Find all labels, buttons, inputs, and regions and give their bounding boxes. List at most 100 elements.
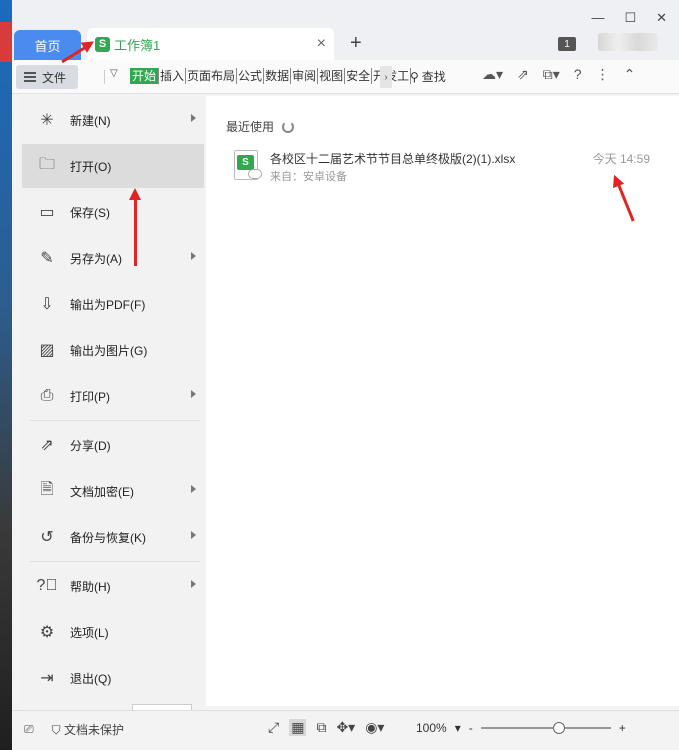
status-left: ⎚ ⛉ 文档未保护 <box>24 721 124 738</box>
chevron-right-icon[interactable]: › <box>380 66 392 88</box>
ribbon-right-tools: ☁▾ ⇗ ⧉▾ ? ⋮ ⌃ <box>482 66 635 83</box>
submenu-arrow-icon <box>191 485 196 493</box>
tab-start[interactable]: 开始 <box>130 68 160 84</box>
menu-item-new[interactable]: ✳ 新建(N) <box>22 98 204 142</box>
divider <box>104 70 105 84</box>
lock-doc-icon: 🗎 <box>40 480 54 498</box>
zoom-in-button[interactable]: + <box>619 721 626 735</box>
window-count-badge[interactable]: 1 <box>558 37 576 51</box>
save-as-icon: ✎ <box>40 250 54 267</box>
cloud-sync-icon[interactable]: ☁▾ <box>482 66 503 83</box>
menu-item-backup[interactable]: ↺ 备份与恢复(K) <box>22 515 204 559</box>
cloud-icon <box>248 169 262 179</box>
menu-item-encrypt[interactable]: 🗎 文档加密(E) <box>22 469 204 513</box>
submenu-arrow-icon <box>191 531 196 539</box>
tab-workbook-label: 工作簿1 <box>114 37 161 53</box>
tab-page-layout[interactable]: 页面布局 <box>186 68 238 84</box>
close-icon[interactable]: × <box>317 35 326 53</box>
eye-icon[interactable]: ◉▾ <box>365 719 384 736</box>
zoom-out-button[interactable]: - <box>469 721 473 735</box>
title-bar: 首页 S 工作簿1 × + 1 — ☐ ✕ <box>12 0 679 60</box>
page-break-icon[interactable]: ⧉ <box>316 719 326 736</box>
layout-icon[interactable]: ⧉▾ <box>543 66 560 83</box>
menu-item-label: 选项(L) <box>70 625 109 640</box>
view-mode-buttons: ⤢ ▦ ⧉ ✥▾ ◉▾ <box>268 719 384 736</box>
menu-item-label: 新建(N) <box>70 113 111 128</box>
menu-item-open[interactable]: 🗀 打开(O) <box>22 144 204 188</box>
menu-item-save-as[interactable]: ✎ 另存为(A) <box>22 236 204 280</box>
recent-file-item[interactable]: S 各校区十二届艺术节节目总单终极版(2)(1).xlsx 来自：安卓设备 今天… <box>226 146 656 186</box>
menu-item-label: 保存(S) <box>70 205 110 220</box>
menu-item-exit[interactable]: ⇥ 退出(Q) <box>22 656 204 700</box>
tab-review[interactable]: 审阅 <box>291 68 319 84</box>
zoom-value[interactable]: 100% <box>416 721 447 735</box>
recent-title: 最近使用 <box>226 118 295 135</box>
zoom-control: 100% ▾ - + <box>416 721 626 735</box>
more-icon[interactable]: ⋮ <box>596 66 610 83</box>
help-icon: ?⃝ <box>36 577 58 594</box>
search-label: 查找 <box>421 70 446 84</box>
protect-label: 文档未保护 <box>63 723 124 737</box>
status-bar: ⎚ ⛉ 文档未保护 ⤢ ▦ ⧉ ✥▾ ◉▾ 100% ▾ - + <box>12 710 679 750</box>
protect-status[interactable]: ⛉ 文档未保护 <box>52 721 124 738</box>
new-file-icon: ✳ <box>40 112 54 129</box>
ribbon-tabs: 开始 插入 页面布局 公式 数据 审阅 视图 安全 开发工 <box>130 68 412 84</box>
tab-workbook[interactable]: S 工作簿1 × <box>87 28 334 60</box>
search-button[interactable]: ⚲ 查找 <box>410 68 446 85</box>
menu-item-label: 分享(D) <box>70 438 111 453</box>
menu-item-options[interactable]: ⚙ 选项(L) <box>22 610 204 654</box>
tab-formula[interactable]: 公式 <box>237 68 265 84</box>
help-icon[interactable]: ? <box>574 66 582 83</box>
maximize-icon[interactable]: ☐ <box>624 10 636 26</box>
shield-icon: ⛉ <box>51 723 64 737</box>
tab-data[interactable]: 数据 <box>264 68 292 84</box>
avatar[interactable] <box>598 33 658 51</box>
submenu-arrow-icon <box>191 580 196 588</box>
menu-item-label: 备份与恢复(K) <box>70 530 146 545</box>
tab-insert[interactable]: 插入 <box>159 68 187 84</box>
menu-item-share[interactable]: ⇗ 分享(D) <box>22 423 204 467</box>
tab-home-label: 首页 <box>34 38 61 54</box>
menu-item-print[interactable]: ⎙ 打印(P) <box>22 374 204 418</box>
exit-icon: ⇥ <box>40 670 54 687</box>
desktop-background <box>0 0 12 750</box>
menu-item-save[interactable]: ▭ 保存(S) <box>22 190 204 234</box>
menu-item-export-image[interactable]: ▨ 输出为图片(G) <box>22 328 204 372</box>
minimize-icon[interactable]: — <box>591 10 604 26</box>
chevron-down-icon[interactable]: ▽ <box>110 68 118 79</box>
hamburger-icon <box>24 72 36 82</box>
normal-view-icon[interactable]: ▦ <box>289 719 307 736</box>
menu-item-label: 打印(P) <box>70 389 110 404</box>
share-out-icon[interactable]: ⇗ <box>517 66 529 83</box>
macro-icon[interactable]: ⎚ <box>24 722 34 737</box>
menu-item-label: 文档加密(E) <box>70 484 134 499</box>
file-menu-label: 文件 <box>42 70 67 85</box>
file-menu-button[interactable]: 文件 <box>16 65 78 89</box>
menu-item-export-pdf[interactable]: ⇩ 输出为PDF(F) <box>22 282 204 326</box>
menu-item-label: 帮助(H) <box>70 579 111 594</box>
file-source: 来自：安卓设备 <box>270 171 347 183</box>
recent-title-label: 最近使用 <box>226 120 275 134</box>
zoom-slider[interactable] <box>480 722 611 734</box>
zoom-dropdown-icon[interactable]: ▾ <box>455 721 461 735</box>
collapse-ribbon-icon[interactable]: ⌃ <box>624 66 636 83</box>
file-name: 各校区十二届艺术节节目总单终极版(2)(1).xlsx <box>270 152 516 166</box>
menu-item-label: 输出为图片(G) <box>70 343 148 358</box>
menu-item-label: 另存为(A) <box>70 251 122 266</box>
close-window-icon[interactable]: ✕ <box>656 10 667 26</box>
printer-icon: ⎙ <box>40 387 54 404</box>
menu-item-help[interactable]: ?⃝ 帮助(H) <box>22 564 204 608</box>
refresh-icon[interactable] <box>282 120 295 133</box>
submenu-arrow-icon <box>191 114 196 122</box>
zoom-slider-thumb[interactable] <box>552 722 565 734</box>
tab-view[interactable]: 视图 <box>318 68 346 84</box>
fullscreen-icon[interactable]: ⤢ <box>268 719 279 736</box>
xlsx-file-icon: S <box>234 150 262 180</box>
new-tab-button[interactable]: + <box>350 32 362 55</box>
reading-mode-icon[interactable]: ✥▾ <box>336 719 355 736</box>
spreadsheet-s-icon: S <box>95 36 110 52</box>
menu-item-label: 打开(O) <box>70 159 112 174</box>
tab-security[interactable]: 安全 <box>345 68 373 84</box>
search-icon: ⚲ <box>410 69 419 84</box>
pdf-icon: ⇩ <box>40 296 54 313</box>
